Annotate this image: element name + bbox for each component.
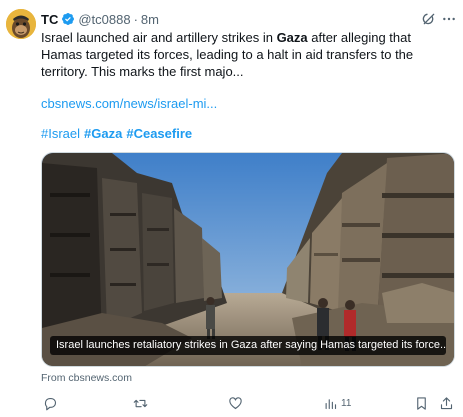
views-count: 11 bbox=[341, 397, 352, 409]
views-button[interactable]: 11 bbox=[323, 394, 351, 412]
timestamp[interactable]: 8m bbox=[141, 12, 159, 27]
tweet-text: Israel launched air and artillery strike… bbox=[41, 29, 455, 80]
more-options-icon[interactable] bbox=[441, 11, 457, 27]
hashtags: #Israel #Gaza #Ceasefire bbox=[41, 125, 196, 142]
link-card-image[interactable]: Israel launches retaliatory strikes in G… bbox=[41, 152, 455, 367]
handle[interactable]: @tc0888 bbox=[78, 12, 130, 27]
avatar[interactable] bbox=[6, 9, 36, 39]
retweet-icon bbox=[133, 399, 148, 407]
bookmark-button[interactable] bbox=[414, 394, 429, 412]
tweet[interactable]: TC @tc0888 · 8m Israel launched air and … bbox=[0, 0, 463, 417]
card-source[interactable]: From cbsnews.com bbox=[41, 371, 132, 385]
separator-dot: · bbox=[133, 11, 138, 27]
reply-button[interactable] bbox=[43, 394, 58, 412]
verified-badge-icon[interactable] bbox=[61, 12, 75, 26]
hashtag-israel[interactable]: #Israel bbox=[41, 126, 80, 141]
tweet-header: TC @tc0888 · 8m bbox=[41, 10, 159, 28]
retweet-button[interactable] bbox=[133, 394, 148, 412]
hashtag-ceasefire[interactable]: #Ceasefire bbox=[126, 126, 192, 141]
grok-icon[interactable] bbox=[421, 11, 437, 27]
tweet-text-before: Israel launched air and artillery strike… bbox=[41, 30, 277, 45]
hashtag-gaza[interactable]: #Gaza bbox=[84, 126, 122, 141]
ape-avatar-icon bbox=[6, 9, 36, 39]
bookmark-icon bbox=[417, 396, 426, 410]
heart-icon bbox=[229, 396, 242, 409]
action-bar: 11 bbox=[41, 394, 455, 412]
share-button[interactable] bbox=[439, 394, 454, 412]
gaza-street-photo bbox=[42, 153, 454, 366]
reply-icon bbox=[44, 397, 57, 410]
tweet-text-bold: Gaza bbox=[276, 30, 308, 45]
views-icon bbox=[325, 398, 337, 409]
like-button[interactable] bbox=[228, 394, 243, 412]
share-icon bbox=[440, 396, 453, 409]
card-caption: Israel launches retaliatory strikes in G… bbox=[50, 336, 446, 355]
article-link[interactable]: cbsnews.com/news/israel-mi... bbox=[41, 95, 217, 112]
display-name[interactable]: TC bbox=[41, 12, 58, 27]
